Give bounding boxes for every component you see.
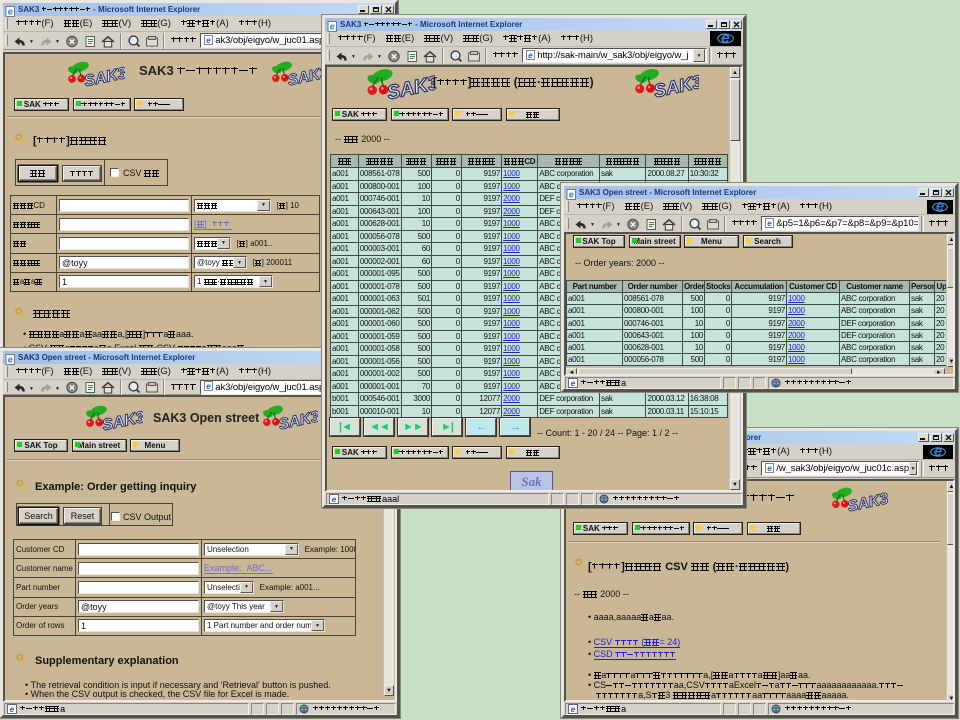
svg-text:e: e [569, 190, 574, 200]
svg-text:e: e [529, 51, 534, 60]
svg-text:SAK3: SAK3 [101, 408, 143, 431]
svg-text:SAK3: SAK3 [846, 490, 890, 512]
svg-text:e: e [330, 22, 335, 32]
svg-text:e: e [207, 382, 212, 391]
svg-text:e: e [207, 36, 212, 45]
svg-text:e: e [721, 31, 730, 46]
svg-text:e: e [332, 494, 337, 504]
svg-text:SAK3: SAK3 [385, 72, 435, 100]
svg-text:SAK3: SAK3 [652, 70, 699, 98]
svg-text:e: e [571, 704, 576, 714]
svg-text:e: e [10, 704, 15, 714]
svg-text:SAK3: SAK3 [286, 64, 327, 86]
svg-text:e: e [8, 355, 13, 365]
svg-text:SAK3: SAK3 [83, 64, 125, 87]
svg-text:SAK3: SAK3 [277, 408, 318, 430]
svg-text:e: e [936, 200, 944, 214]
svg-text:e: e [571, 378, 576, 388]
svg-text:e: e [8, 7, 13, 17]
svg-text:e: e [768, 219, 773, 228]
svg-text:e: e [768, 464, 773, 473]
svg-text:e: e [934, 445, 942, 459]
